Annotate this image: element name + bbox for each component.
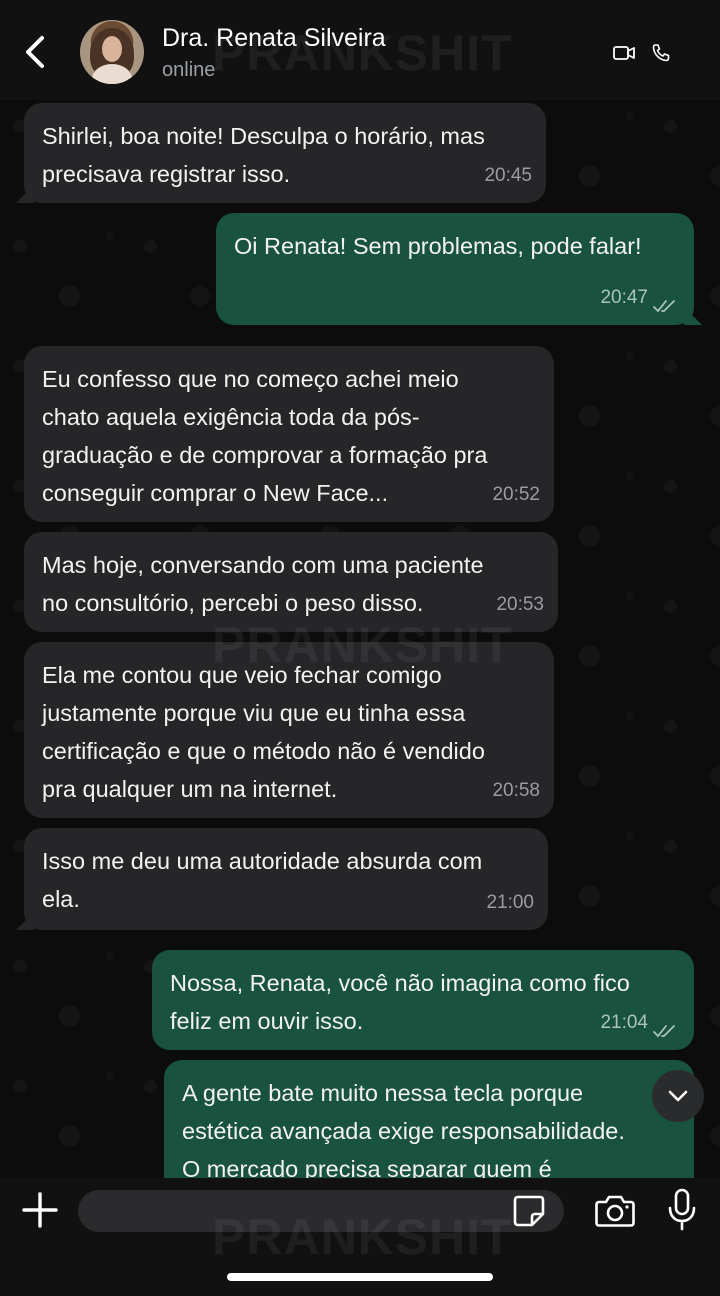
message-time: 20:47 — [600, 287, 648, 308]
message-time: 20:53 — [496, 594, 544, 615]
chat-area[interactable]: Shirlei, boa noite! Desculpa o horário, … — [0, 96, 720, 1178]
message-bubble-incoming[interactable]: Mas hoje, conversando com uma paciente n… — [24, 532, 558, 632]
phone-icon[interactable] — [650, 42, 674, 64]
message-text: A gente bate muito nessa tecla porque es… — [182, 1080, 625, 1178]
message-text: Eu confesso que no começo achei meio cha… — [42, 366, 488, 506]
message-input[interactable] — [78, 1190, 564, 1232]
microphone-icon[interactable] — [667, 1188, 697, 1232]
avatar[interactable] — [80, 20, 144, 84]
message-time: 21:00 — [486, 892, 534, 913]
message-time: 20:45 — [484, 165, 532, 186]
sticker-icon[interactable] — [512, 1194, 546, 1228]
message-bubble-incoming[interactable]: Eu confesso que no começo achei meio cha… — [24, 346, 554, 522]
message-text: Ela me contou que veio fechar comigo jus… — [42, 662, 485, 802]
contact-status: online — [162, 59, 216, 81]
camera-icon[interactable] — [594, 1192, 636, 1230]
message-bubble-incoming[interactable]: Isso me deu uma autoridade absurda com e… — [16, 828, 548, 930]
message-composer — [0, 1178, 720, 1296]
message-bubble-outgoing[interactable]: Nossa, Renata, você não imagina como fic… — [152, 950, 694, 1050]
scroll-to-bottom-button[interactable] — [652, 1070, 704, 1122]
chevron-down-icon — [668, 1090, 688, 1102]
contact-name[interactable]: Dra. Renata Silveira — [162, 24, 386, 53]
plus-icon[interactable] — [20, 1190, 60, 1230]
message-time: 20:52 — [492, 484, 540, 505]
message-text: Mas hoje, conversando com uma paciente n… — [42, 552, 484, 616]
message-bubble-incoming[interactable]: Ela me contou que veio fechar comigo jus… — [24, 642, 554, 818]
message-text: Nossa, Renata, você não imagina como fic… — [170, 970, 630, 1034]
double-check-icon — [653, 1025, 675, 1038]
message-time: 21:04 — [600, 1012, 648, 1033]
message-text: Oi Renata! Sem problemas, pode falar! — [234, 233, 642, 259]
message-bubble-outgoing[interactable]: Oi Renata! Sem problemas, pode falar! 20… — [216, 213, 702, 325]
double-check-icon — [653, 300, 675, 313]
message-text: Isso me deu uma autoridade absurda com e… — [42, 848, 483, 912]
message-bubble-outgoing[interactable]: A gente bate muito nessa tecla porque es… — [164, 1060, 694, 1178]
message-time: 20:58 — [492, 780, 540, 801]
message-text: Shirlei, boa noite! Desculpa o horário, … — [42, 123, 485, 187]
video-call-icon[interactable] — [612, 42, 636, 64]
back-arrow-icon[interactable] — [18, 32, 54, 72]
message-bubble-incoming[interactable]: Shirlei, boa noite! Desculpa o horário, … — [16, 103, 546, 203]
home-indicator[interactable] — [227, 1273, 493, 1281]
chat-header: Dra. Renata Silveira online — [0, 0, 720, 100]
